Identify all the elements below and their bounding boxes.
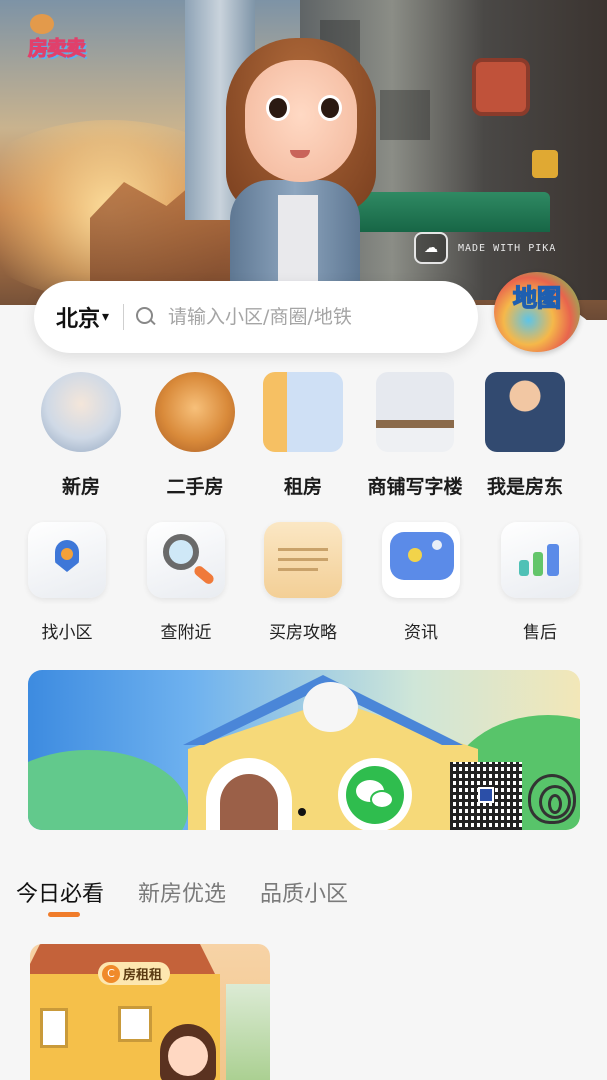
landlord-avatar-icon [485,372,565,452]
service-nearby[interactable]: 查附近 [136,522,236,643]
category-new-house[interactable]: 新房 [22,372,140,499]
tab-today-must-see[interactable]: 今日必看 [16,876,104,908]
girl-eye [266,95,290,121]
feed-tabs: 今日必看 新房优选 品质小区 [16,876,348,908]
service-label: 找小区 [41,623,93,643]
card-girl-face [168,1036,208,1076]
service-label: 查附近 [160,623,212,643]
service-label: 售后 [523,623,557,643]
category-second-hand[interactable]: 二手房 [136,372,254,499]
main-category-row: 新房 二手房 租房 商铺写字楼 我是房东 [0,372,607,502]
qr-code[interactable] [450,762,522,830]
lion-mascot-icon [155,372,235,452]
city-selector[interactable]: 北京 ▾ [56,301,109,333]
search-divider [123,304,125,330]
search-bar[interactable]: 北京 ▾ [34,281,478,353]
service-label: 资讯 [404,623,438,643]
caret-down-icon: ▾ [102,309,110,325]
category-label: 新房 [61,476,100,498]
map-button[interactable]: 地图 [494,272,580,352]
service-buying-guide[interactable]: 买房攻略 [253,522,353,643]
category-label: 商铺写字楼 [367,476,463,498]
building-sign [472,58,530,116]
app-logo[interactable]: 房卖卖 [28,14,106,62]
service-news[interactable]: 资讯 [371,522,471,643]
princess-avatar-icon [41,372,121,452]
promo-banner[interactable] [28,670,580,830]
cloud-icon: ☁ [414,232,448,264]
office-desk-icon [376,372,454,452]
service-label: 买房攻略 [269,623,337,643]
bar-chart-icon [501,522,579,598]
magnifier-icon [147,522,225,598]
listing-card[interactable]: C 房租租 [30,944,270,1080]
category-label: 我是房东 [486,476,563,498]
building-icon [263,372,343,452]
banner-round-window [303,682,358,732]
wechat-icon[interactable] [338,758,412,830]
notepad-icon [264,522,342,598]
category-label: 租房 [283,476,322,498]
hero-banner: 房卖卖 ☁ MADE WITH PIKA [0,0,607,320]
brand-text: 房租租 [123,968,163,983]
secondary-category-row: 找小区 查附近 买房攻略 资讯 售后 [0,522,607,643]
camera-chat-icon [382,522,460,598]
category-commercial[interactable]: 商铺写字楼 [356,372,474,499]
girl-eye [318,95,342,121]
search-input[interactable] [168,306,419,328]
category-label: 二手房 [166,476,224,498]
card-brand-badge: C 房租租 [98,962,171,985]
search-icon [136,307,156,327]
street-lamp [532,150,558,178]
logo-text: 房卖卖 [28,36,87,61]
girl-character-face [245,60,357,182]
tab-quality-community[interactable]: 品质小区 [260,876,348,908]
pika-watermark: ☁ MADE WITH PIKA [414,232,556,264]
qr-center-logo [478,787,494,803]
bear-icon [30,14,54,34]
city-name: 北京 [56,307,101,332]
banner-hill [28,750,188,830]
active-tab-indicator [48,912,80,917]
building-window [380,90,430,140]
location-pin-icon [28,522,106,598]
map-button-label: 地图 [512,283,562,313]
tab-new-house-picks[interactable]: 新房优选 [138,876,226,908]
category-rent[interactable]: 租房 [244,372,362,499]
card-window [40,1008,68,1048]
card-plant [226,984,270,1080]
category-landlord[interactable]: 我是房东 [466,372,584,499]
shop-awning [345,192,550,232]
banner-door [220,774,278,830]
brand-logo-icon: C [102,964,120,983]
service-find-community[interactable]: 找小区 [17,522,117,643]
card-window [118,1006,152,1042]
carousel-indicator-dot[interactable] [298,808,306,816]
watermark-text: MADE WITH PIKA [458,242,557,254]
fingerprint-icon[interactable] [528,774,576,824]
service-after-sales[interactable]: 售后 [490,522,590,643]
